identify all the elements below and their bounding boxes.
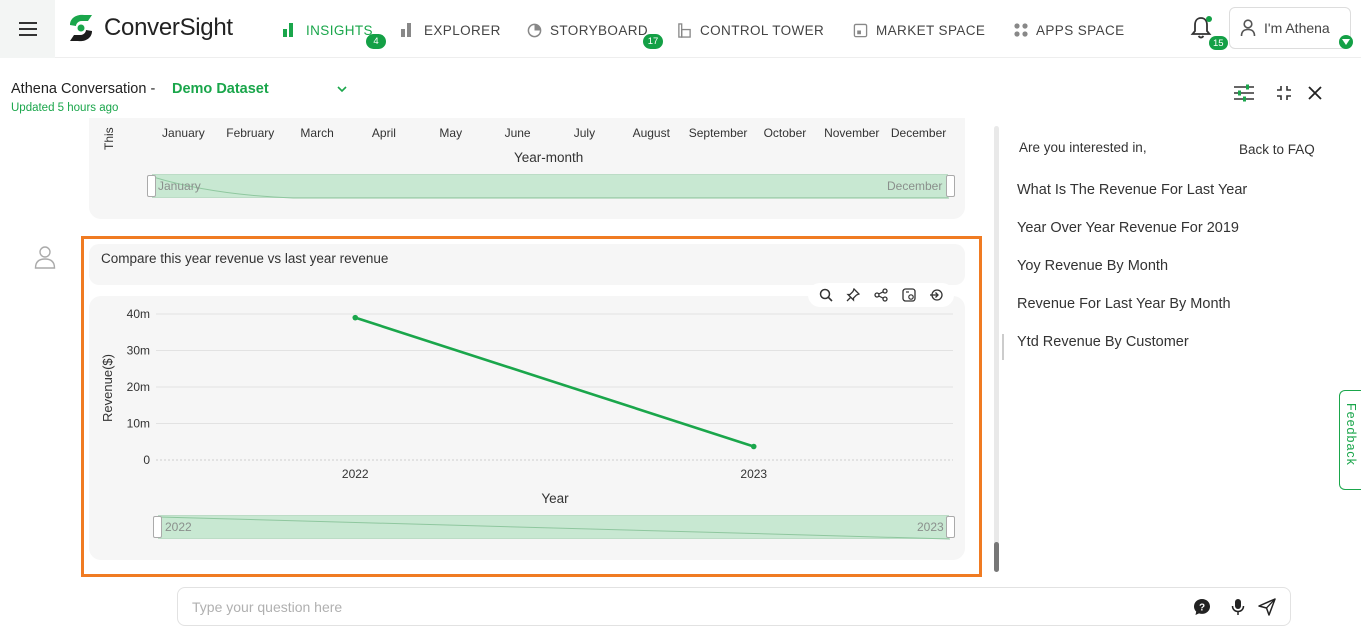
feedback-tab[interactable]: Feedback bbox=[1339, 390, 1361, 490]
app-logo[interactable]: ConverSight bbox=[64, 10, 233, 46]
nav-control-tower[interactable]: CONTROL TOWER bbox=[677, 20, 824, 40]
pie-chart-icon bbox=[527, 23, 542, 38]
user-icon bbox=[1240, 19, 1256, 37]
chat-scrollbar[interactable] bbox=[994, 126, 999, 572]
nav-insights[interactable]: INSIGHTS bbox=[283, 20, 373, 40]
apps-grid-icon bbox=[1014, 23, 1028, 37]
previous-chart-month-label: February bbox=[226, 126, 275, 140]
back-to-faq-link[interactable]: Back to FAQ bbox=[1239, 142, 1315, 157]
conversight-logo-icon bbox=[70, 14, 92, 42]
panel-resize-handle[interactable] bbox=[1002, 334, 1004, 360]
filter-settings-button[interactable] bbox=[1233, 82, 1255, 104]
previous-chart-month-label: December bbox=[890, 126, 947, 140]
collapse-button[interactable] bbox=[1273, 82, 1295, 104]
faq-item[interactable]: Year Over Year Revenue For 2019 bbox=[1017, 220, 1239, 236]
faq-intro: Are you interested in, bbox=[1019, 140, 1147, 155]
user-avatar bbox=[34, 245, 56, 274]
previous-chart-zoom-slider[interactable] bbox=[152, 174, 949, 199]
microphone-icon bbox=[1231, 599, 1245, 615]
store-icon bbox=[853, 23, 868, 38]
updated-timestamp: Updated 5 hours ago bbox=[11, 102, 119, 114]
zoom-handle-right[interactable] bbox=[946, 175, 955, 197]
nav-control-tower-label: CONTROL TOWER bbox=[700, 22, 825, 38]
previous-chart-month-label: August bbox=[632, 126, 670, 140]
notifications-badge: 15 bbox=[1209, 36, 1228, 50]
previous-chart-xlabel: Year-month bbox=[514, 150, 584, 165]
caret-down-icon bbox=[1342, 39, 1350, 45]
previous-chart-month-label: March bbox=[300, 126, 334, 140]
insights-badge: 4 bbox=[366, 34, 386, 49]
nav-market-space-label: MARKET SPACE bbox=[876, 22, 986, 38]
nav-market-space[interactable]: MARKET SPACE bbox=[853, 20, 985, 40]
menu-button[interactable] bbox=[0, 0, 55, 58]
app-name: ConverSight bbox=[104, 14, 233, 41]
question-input-bar: ? bbox=[177, 587, 1291, 626]
nav-apps-space[interactable]: APPS SPACE bbox=[1014, 20, 1125, 40]
hamburger-icon bbox=[18, 22, 37, 36]
svg-text:?: ? bbox=[1199, 603, 1205, 614]
zoom-end-label: December bbox=[887, 179, 943, 193]
top-navbar: ConverSight INSIGHTS 4 EXPLORER STORYBOA… bbox=[0, 0, 1361, 58]
user-dropdown-toggle[interactable] bbox=[1339, 35, 1353, 49]
sliders-icon bbox=[1234, 84, 1254, 102]
voice-input-button[interactable] bbox=[1228, 597, 1248, 617]
faq-item[interactable]: What Is The Revenue For Last Year bbox=[1017, 182, 1247, 198]
bell-icon bbox=[1190, 16, 1212, 39]
user-name-label: I'm Athena bbox=[1264, 20, 1330, 36]
previous-chart-month-label: October bbox=[763, 126, 807, 140]
nav-explorer-label: EXPLORER bbox=[424, 22, 501, 38]
previous-chart-month-label: July bbox=[573, 126, 596, 140]
zoom-trend-line bbox=[153, 176, 949, 199]
faq-item[interactable]: Yoy Revenue By Month bbox=[1017, 258, 1168, 274]
collapse-icon bbox=[1277, 86, 1291, 100]
nav-insights-label: INSIGHTS bbox=[306, 22, 373, 38]
send-icon bbox=[1258, 598, 1276, 616]
help-button[interactable]: ? bbox=[1192, 597, 1212, 617]
highlight-frame bbox=[81, 236, 982, 577]
nav-explorer[interactable]: EXPLORER bbox=[401, 20, 501, 40]
faq-item[interactable]: Ytd Revenue By Customer bbox=[1017, 334, 1189, 350]
close-button[interactable] bbox=[1304, 82, 1326, 104]
chat-scrollbar-thumb[interactable] bbox=[994, 542, 999, 572]
nav-apps-space-label: APPS SPACE bbox=[1036, 22, 1125, 38]
previous-chart-month-label: January bbox=[162, 126, 205, 140]
nav-storyboard-label: STORYBOARD bbox=[550, 22, 649, 38]
previous-chart-month-label: September bbox=[688, 126, 748, 140]
user-icon bbox=[34, 246, 56, 269]
previous-chart-month-label: November bbox=[824, 126, 880, 140]
user-menu-button[interactable]: I'm Athena bbox=[1229, 7, 1351, 49]
bar-chart-icon bbox=[401, 23, 416, 37]
chevron-down-icon bbox=[337, 86, 347, 93]
send-button[interactable] bbox=[1257, 597, 1277, 617]
question-input[interactable] bbox=[192, 596, 1172, 618]
zoom-start-label: January bbox=[158, 179, 201, 193]
storyboard-badge: 17 bbox=[643, 34, 663, 49]
dataset-dropdown[interactable] bbox=[336, 82, 348, 100]
faq-item[interactable]: Revenue For Last Year By Month bbox=[1017, 296, 1231, 312]
zoom-handle-left[interactable] bbox=[147, 175, 156, 197]
previous-chart-month-label: April bbox=[371, 126, 396, 140]
previous-chart-month-label: June bbox=[504, 126, 531, 140]
bar-chart-icon bbox=[283, 23, 298, 37]
tower-icon bbox=[677, 22, 692, 38]
dataset-name[interactable]: Demo Dataset bbox=[172, 81, 269, 97]
conversation-title: Athena Conversation - bbox=[11, 81, 156, 97]
feedback-label: Feedback bbox=[1344, 403, 1358, 466]
help-icon: ? bbox=[1194, 599, 1210, 615]
nav-storyboard[interactable]: STORYBOARD bbox=[527, 20, 648, 40]
previous-chart-month-label: May bbox=[439, 126, 463, 140]
previous-chart-ylabel: This bbox=[102, 127, 116, 150]
close-icon bbox=[1308, 86, 1322, 100]
